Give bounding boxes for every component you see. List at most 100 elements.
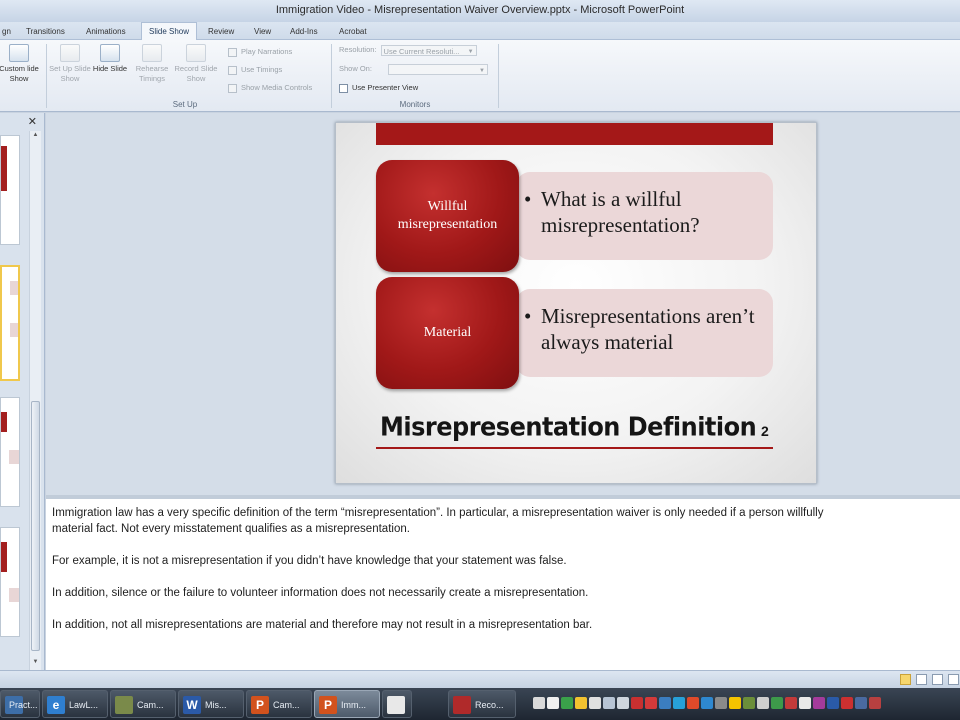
reading-view-icon[interactable]: [932, 674, 943, 685]
tray-icon[interactable]: [575, 697, 587, 709]
tray-icon[interactable]: [771, 697, 783, 709]
hide-slide-button[interactable]: Hide Slide: [88, 44, 132, 74]
tray-icon[interactable]: [869, 697, 881, 709]
taskbar-label: Cam...: [273, 700, 300, 710]
notes-paragraph: material fact. Not every misstatement qu…: [52, 523, 410, 535]
show-media-controls-checkbox[interactable]: Show Media Controls: [228, 82, 312, 94]
tray-icon[interactable]: [533, 697, 545, 709]
scroll-down-icon[interactable]: ▼: [31, 659, 40, 665]
notes-paragraph: In addition, not all misrepresentations …: [52, 619, 593, 631]
tab-transitions[interactable]: Transitions: [26, 23, 65, 40]
group-label-setup: Set Up: [172, 100, 198, 109]
taskbar-button[interactable]: e LawL...: [42, 690, 108, 718]
bullet-text-content: Misrepresentations aren’t always materia…: [541, 304, 755, 354]
tray-icon[interactable]: [673, 697, 685, 709]
camtasia-icon: [115, 696, 133, 714]
tab-animations[interactable]: Animations: [86, 23, 126, 40]
setup-icon: [60, 44, 80, 62]
taskbar-button[interactable]: [382, 690, 412, 718]
taskbar-button[interactable]: W Mis...: [178, 690, 244, 718]
speaker-notes-pane[interactable]: Immigration law has a very specific defi…: [46, 495, 960, 670]
shield-icon[interactable]: [645, 697, 657, 709]
tray-icon[interactable]: [659, 697, 671, 709]
use-presenter-view-checkbox[interactable]: Use Presenter View: [339, 82, 418, 94]
slide-thumbnail[interactable]: [0, 397, 20, 507]
show-on-dropdown[interactable]: ▼: [387, 63, 488, 75]
custom-show-icon: [9, 44, 29, 62]
slide-item-row: Material • Misrepresentations aren’t alw…: [376, 277, 773, 389]
tray-icon[interactable]: [827, 697, 839, 709]
tab-review[interactable]: Review: [208, 23, 234, 40]
use-timings-checkbox[interactable]: Use Timings: [228, 64, 282, 76]
ribbon: Custom lide Show Set Up Slide Show Hide …: [0, 40, 960, 112]
taskbar-label: LawL...: [69, 700, 99, 710]
tab-view[interactable]: View: [254, 23, 271, 40]
flag-icon[interactable]: [547, 697, 559, 709]
scroll-up-icon[interactable]: ▲: [31, 132, 40, 138]
use-presenter-view-label: Use Presenter View: [352, 83, 419, 92]
set-up-slide-show-button[interactable]: Set Up Slide Show: [48, 44, 92, 84]
record-slide-show-label: Record Slide Show: [174, 64, 218, 83]
taskbar-button[interactable]: P Cam...: [246, 690, 312, 718]
record-slide-show-button[interactable]: Record Slide Show: [174, 44, 218, 84]
current-slide[interactable]: Willful misrepresentation • What is a wi…: [335, 122, 817, 484]
tray-icon[interactable]: [631, 697, 643, 709]
windows-taskbar: Pract... e LawL... Cam... W Mis... P Cam…: [0, 688, 960, 720]
tray-icon[interactable]: [743, 697, 755, 709]
tray-icon[interactable]: [799, 697, 811, 709]
taskbar-button-active[interactable]: P Imm...: [314, 690, 380, 718]
tray-icon[interactable]: [841, 697, 853, 709]
bullet-text[interactable]: • Misrepresentations aren’t always mater…: [524, 303, 769, 355]
taskbar-button[interactable]: Reco...: [448, 690, 516, 718]
checkbox-box: [228, 65, 237, 75]
tab-add-ins[interactable]: Add-Ins: [290, 23, 318, 40]
powerpoint-icon: P: [319, 696, 337, 714]
normal-view-icon[interactable]: [900, 674, 911, 685]
rehearse-timings-button[interactable]: Rehearse Timings: [130, 44, 174, 84]
taskbar-button[interactable]: Pract...: [0, 690, 40, 718]
title-underline: [376, 447, 773, 449]
tray-icon[interactable]: [687, 697, 699, 709]
slide-thumbnail[interactable]: [0, 527, 20, 637]
network-icon[interactable]: [603, 697, 615, 709]
tray-icon[interactable]: [855, 697, 867, 709]
tray-icon[interactable]: [785, 697, 797, 709]
material-box[interactable]: Material: [376, 277, 519, 389]
thumbnail-shape: [9, 450, 19, 464]
tray-icon[interactable]: [561, 697, 573, 709]
scrollbar-thumb[interactable]: [31, 401, 40, 651]
custom-slide-show-button[interactable]: Custom lide Show: [0, 44, 44, 84]
resolution-dropdown[interactable]: Use Current Resoluti... ▼: [380, 44, 477, 56]
tray-icon[interactable]: [701, 697, 713, 709]
slide-title[interactable]: Misrepresentation Definition: [380, 412, 757, 442]
bullet-text[interactable]: • What is a willful misrepresentation?: [524, 186, 769, 238]
show-on-select[interactable]: Show On: ▼: [339, 63, 488, 75]
tray-icon[interactable]: [589, 697, 601, 709]
checkbox-box: [339, 83, 348, 93]
tray-icon[interactable]: [757, 697, 769, 709]
slide-show-view-icon[interactable]: [948, 674, 959, 685]
tray-icon[interactable]: [729, 697, 741, 709]
slide-sorter-icon[interactable]: [916, 674, 927, 685]
thumbnail-shape: [1, 542, 7, 572]
thumbnails-scrollbar[interactable]: ▲ ▼: [29, 131, 41, 671]
tab-design[interactable]: gn: [2, 23, 11, 40]
play-narrations-label: Play Narrations: [241, 47, 293, 56]
volume-icon[interactable]: [617, 697, 629, 709]
tray-icon[interactable]: [813, 697, 825, 709]
resolution-select[interactable]: Resolution: Use Current Resoluti... ▼: [339, 44, 477, 56]
tray-icon[interactable]: [715, 697, 727, 709]
slide-thumbnail[interactable]: [0, 135, 20, 245]
bullet-text-content: What is a willful misrepresentation?: [541, 187, 700, 237]
slide-thumbnail-selected[interactable]: [0, 265, 20, 381]
thumbnail-shape: [1, 412, 7, 432]
tab-slide-show[interactable]: Slide Show: [141, 22, 198, 41]
slide-thumbnails-panel: ✕ ▲ ▼: [0, 113, 45, 671]
willful-misrepresentation-box[interactable]: Willful misrepresentation: [376, 160, 519, 272]
thumbnail-shape: [10, 323, 18, 337]
powerpoint-icon: P: [251, 696, 269, 714]
play-narrations-checkbox[interactable]: Play Narrations: [228, 46, 292, 58]
tab-acrobat[interactable]: Acrobat: [339, 23, 367, 40]
taskbar-button[interactable]: Cam...: [110, 690, 176, 718]
close-icon[interactable]: ✕: [28, 115, 37, 128]
